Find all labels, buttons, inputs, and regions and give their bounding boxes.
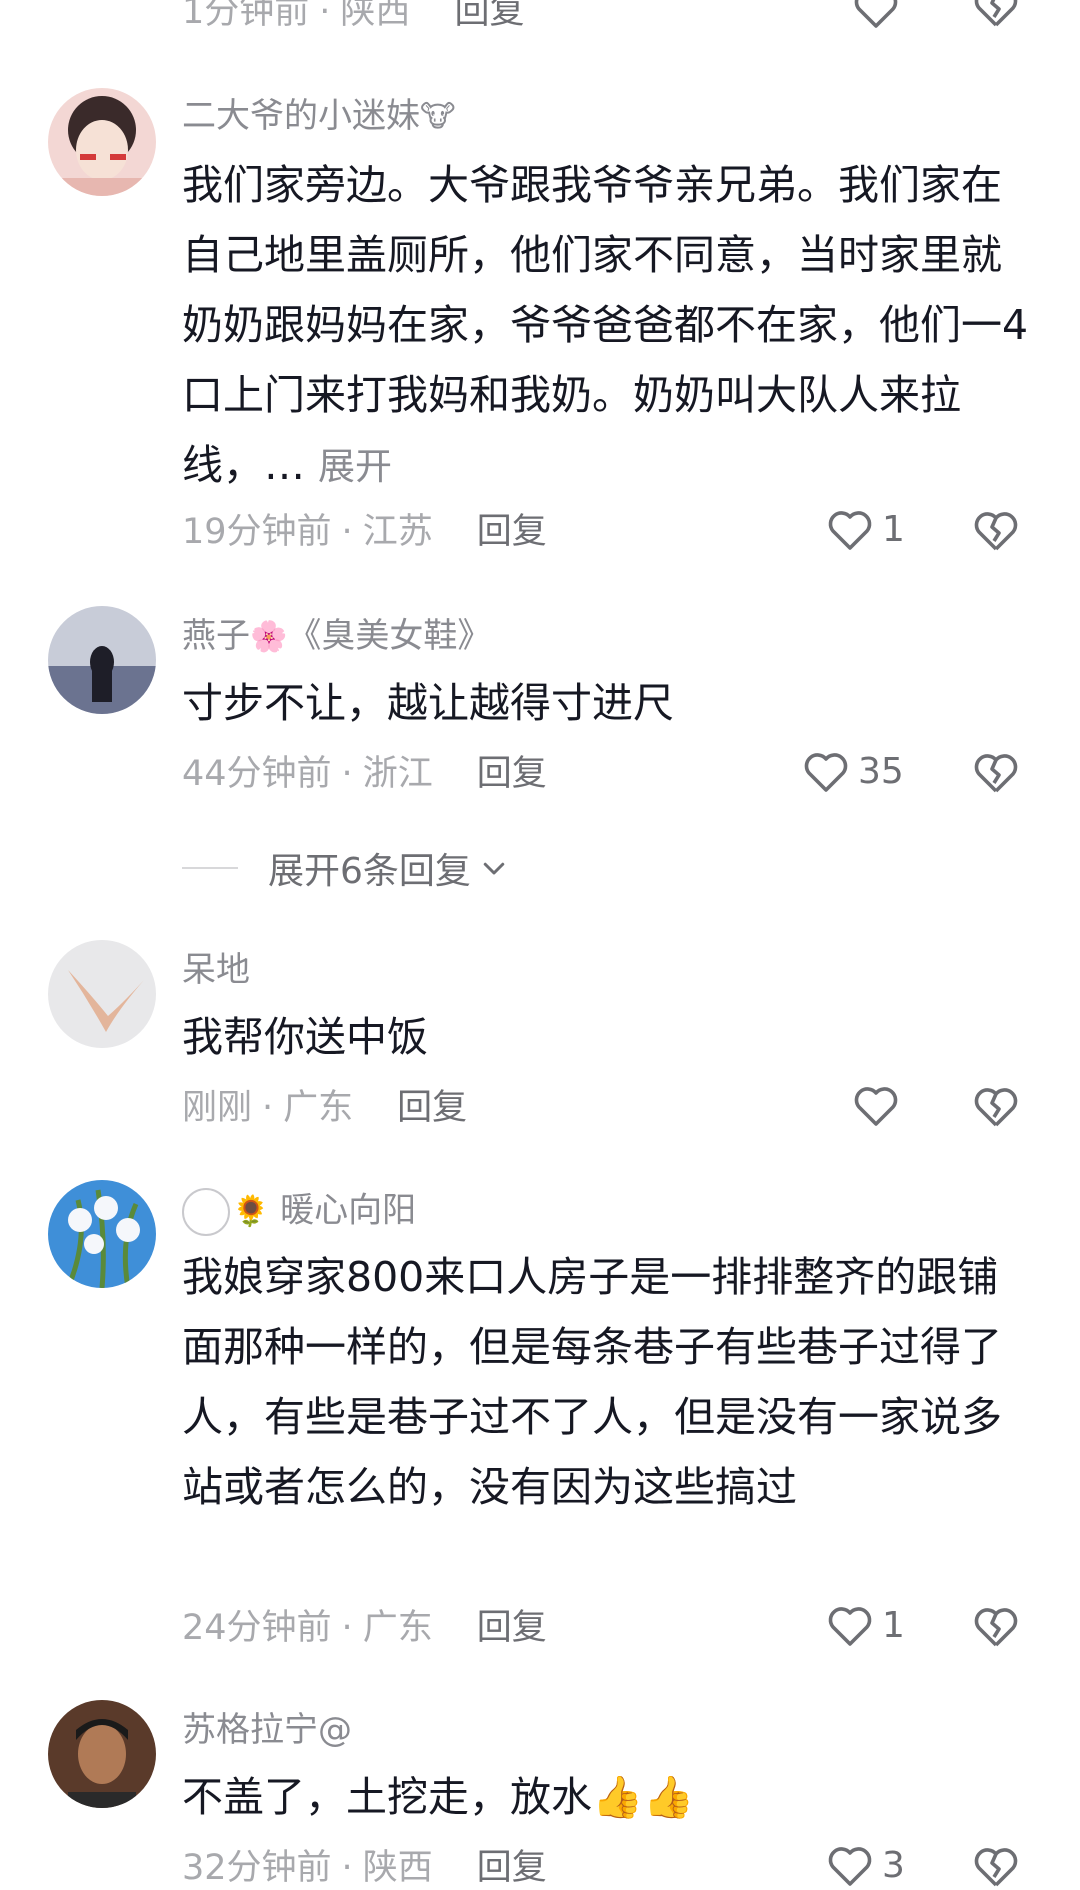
comment-meta: 1分钟前 · 陕西 回复 xyxy=(182,0,524,34)
comment-time: 刚刚 xyxy=(182,1088,253,1128)
comment-text: 我帮你送中饭 xyxy=(182,1013,428,1061)
avatar[interactable] xyxy=(48,606,156,714)
divider xyxy=(182,867,238,869)
like-count: 1 xyxy=(882,509,905,550)
comment-time: 19分钟前 xyxy=(182,512,332,552)
like-button[interactable]: 1 xyxy=(826,1604,905,1648)
comment-meta: 44分钟前 · 浙江 回复 xyxy=(182,754,547,794)
comment-username[interactable]: 苏格拉宁@ xyxy=(182,1708,352,1752)
comment-meta: 24分钟前 · 广东 回复 xyxy=(182,1608,547,1648)
comment-time: 1分钟前 xyxy=(182,0,310,32)
comment-meta: 刚刚 · 广东 回复 xyxy=(182,1088,468,1128)
broken-heart-icon[interactable] xyxy=(972,1604,1020,1650)
comment-username[interactable]: 🌻 暖心向阳 xyxy=(182,1188,416,1236)
reply-button[interactable]: 回复 xyxy=(477,1848,547,1888)
like-button[interactable]: 3 xyxy=(826,1844,905,1888)
heart-icon xyxy=(828,1607,872,1646)
avatar[interactable] xyxy=(48,1180,156,1288)
reply-button[interactable]: 回复 xyxy=(477,512,547,552)
broken-heart-icon[interactable] xyxy=(972,1844,1020,1890)
heart-icon xyxy=(854,0,898,28)
user-badge-icon xyxy=(182,1188,230,1236)
thumbs-up-emoji: 👍👍 xyxy=(592,1773,695,1821)
cow-emoji: 🐮 xyxy=(420,99,456,135)
comment-location: 陕西 xyxy=(340,0,411,32)
comment-location: 广东 xyxy=(283,1088,354,1128)
heart-icon xyxy=(854,1087,898,1126)
expand-text-link[interactable]: 展开 xyxy=(318,445,392,488)
comment-text: 我娘穿家800来口人房子是一排排整齐的跟铺面那种一样的，但是每条巷子有些巷子过得… xyxy=(182,1253,1002,1511)
comment-time: 44分钟前 xyxy=(182,754,332,794)
avatar[interactable] xyxy=(48,1700,156,1808)
reply-button[interactable]: 回复 xyxy=(477,754,547,794)
comment-username[interactable]: 呆地 xyxy=(182,948,250,992)
comment-location: 陕西 xyxy=(362,1848,433,1888)
broken-heart-icon[interactable] xyxy=(972,508,1020,554)
reply-button[interactable]: 回复 xyxy=(477,1608,547,1648)
like-button[interactable]: 1 xyxy=(826,508,905,552)
broken-heart-icon[interactable] xyxy=(972,750,1020,796)
like-button[interactable]: 35 xyxy=(802,750,904,794)
like-button[interactable] xyxy=(852,1084,908,1128)
heart-icon xyxy=(828,1847,872,1886)
comment-text: 我们家旁边。大爷跟我爷爷亲兄弟。我们家在自己地里盖厕所，他们家不同意，当时家里就… xyxy=(182,161,1029,489)
comment-location: 江苏 xyxy=(362,512,433,552)
comment-username[interactable]: 二大爷的小迷妹🐮 xyxy=(182,94,456,140)
comment-meta: 32分钟前 · 陕西 回复 xyxy=(182,1848,547,1888)
comment-username[interactable]: 燕子🌸《臭美女鞋》 xyxy=(182,614,491,660)
comment-location: 广东 xyxy=(362,1608,433,1648)
heart-icon xyxy=(828,511,872,550)
comment-text: 不盖了，土挖走，放水👍👍 xyxy=(182,1773,695,1821)
comment-location: 浙江 xyxy=(362,754,433,794)
broken-heart-icon[interactable] xyxy=(972,0,1020,30)
heart-icon xyxy=(804,753,848,792)
like-button[interactable] xyxy=(852,0,900,30)
reply-button[interactable]: 回复 xyxy=(454,0,524,32)
comment-time: 24分钟前 xyxy=(182,1608,332,1648)
reply-button[interactable]: 回复 xyxy=(397,1088,467,1128)
like-count: 3 xyxy=(882,1845,905,1886)
comment-time: 32分钟前 xyxy=(182,1848,332,1888)
comment-text: 寸步不让，越让越得寸进尺 xyxy=(182,679,674,727)
like-count: 35 xyxy=(858,751,904,792)
flower-emoji: 🌸 xyxy=(250,619,288,655)
like-count: 1 xyxy=(882,1605,905,1646)
expand-replies-button[interactable]: 展开6条回复 xyxy=(182,842,509,894)
avatar[interactable] xyxy=(48,88,156,196)
chevron-down-icon xyxy=(483,862,505,875)
sunflower-emoji: 🌻 xyxy=(232,1194,270,1229)
broken-heart-icon[interactable] xyxy=(972,1084,1020,1130)
comment-meta: 19分钟前 · 江苏 回复 xyxy=(182,512,547,552)
avatar[interactable] xyxy=(48,940,156,1048)
